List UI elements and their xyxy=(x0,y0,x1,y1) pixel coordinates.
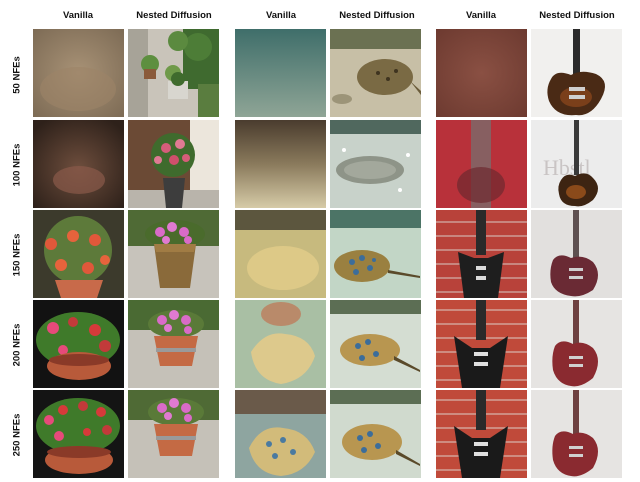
image-nested-guitar-200 xyxy=(531,300,622,388)
image-nested-guitar-250 xyxy=(531,390,622,478)
image-vanilla-flower-100 xyxy=(33,120,124,208)
image-vanilla-stingray-150 xyxy=(235,210,326,298)
image-nested-stingray-150 xyxy=(330,210,421,298)
column-header-vanilla-1: Vanilla xyxy=(62,10,94,21)
row-label-150: 150 NFEs xyxy=(11,233,23,277)
image-vanilla-guitar-150 xyxy=(436,210,527,298)
image-vanilla-stingray-100 xyxy=(235,120,326,208)
row-label-100: 100 NFEs xyxy=(11,143,23,187)
image-vanilla-flower-50 xyxy=(33,29,124,117)
image-nested-flower-50 xyxy=(128,29,219,117)
image-nested-flower-150 xyxy=(128,210,219,298)
image-nested-flower-200 xyxy=(128,300,219,388)
image-vanilla-flower-150 xyxy=(33,210,124,298)
column-header-vanilla-3: Vanilla xyxy=(465,10,497,21)
image-nested-stingray-100 xyxy=(330,120,421,208)
image-nested-stingray-200 xyxy=(330,300,421,388)
image-nested-guitar-150 xyxy=(531,210,622,298)
row-label-50: 50 NFEs xyxy=(11,56,23,94)
image-nested-guitar-100: Hbstl xyxy=(531,120,622,208)
column-header-vanilla-2: Vanilla xyxy=(265,10,297,21)
image-nested-stingray-50 xyxy=(330,29,421,117)
column-header-nested-1: Nested Diffusion xyxy=(136,10,212,21)
image-vanilla-guitar-50 xyxy=(436,29,527,117)
row-label-200: 200 NFEs xyxy=(11,323,23,367)
row-label-250: 250 NFEs xyxy=(11,413,23,457)
image-vanilla-guitar-100 xyxy=(436,120,527,208)
image-vanilla-stingray-250 xyxy=(235,390,326,478)
image-vanilla-stingray-50 xyxy=(235,29,326,117)
image-nested-guitar-50 xyxy=(531,29,622,117)
image-nested-flower-250 xyxy=(128,390,219,478)
image-vanilla-guitar-250 xyxy=(436,390,527,478)
image-vanilla-flower-250 xyxy=(33,390,124,478)
image-nested-flower-100 xyxy=(128,120,219,208)
image-nested-stingray-250 xyxy=(330,390,421,478)
image-vanilla-stingray-200 xyxy=(235,300,326,388)
image-vanilla-flower-200 xyxy=(33,300,124,388)
column-header-nested-2: Nested Diffusion xyxy=(339,10,415,21)
image-vanilla-guitar-200 xyxy=(436,300,527,388)
column-header-nested-3: Nested Diffusion xyxy=(539,10,615,21)
